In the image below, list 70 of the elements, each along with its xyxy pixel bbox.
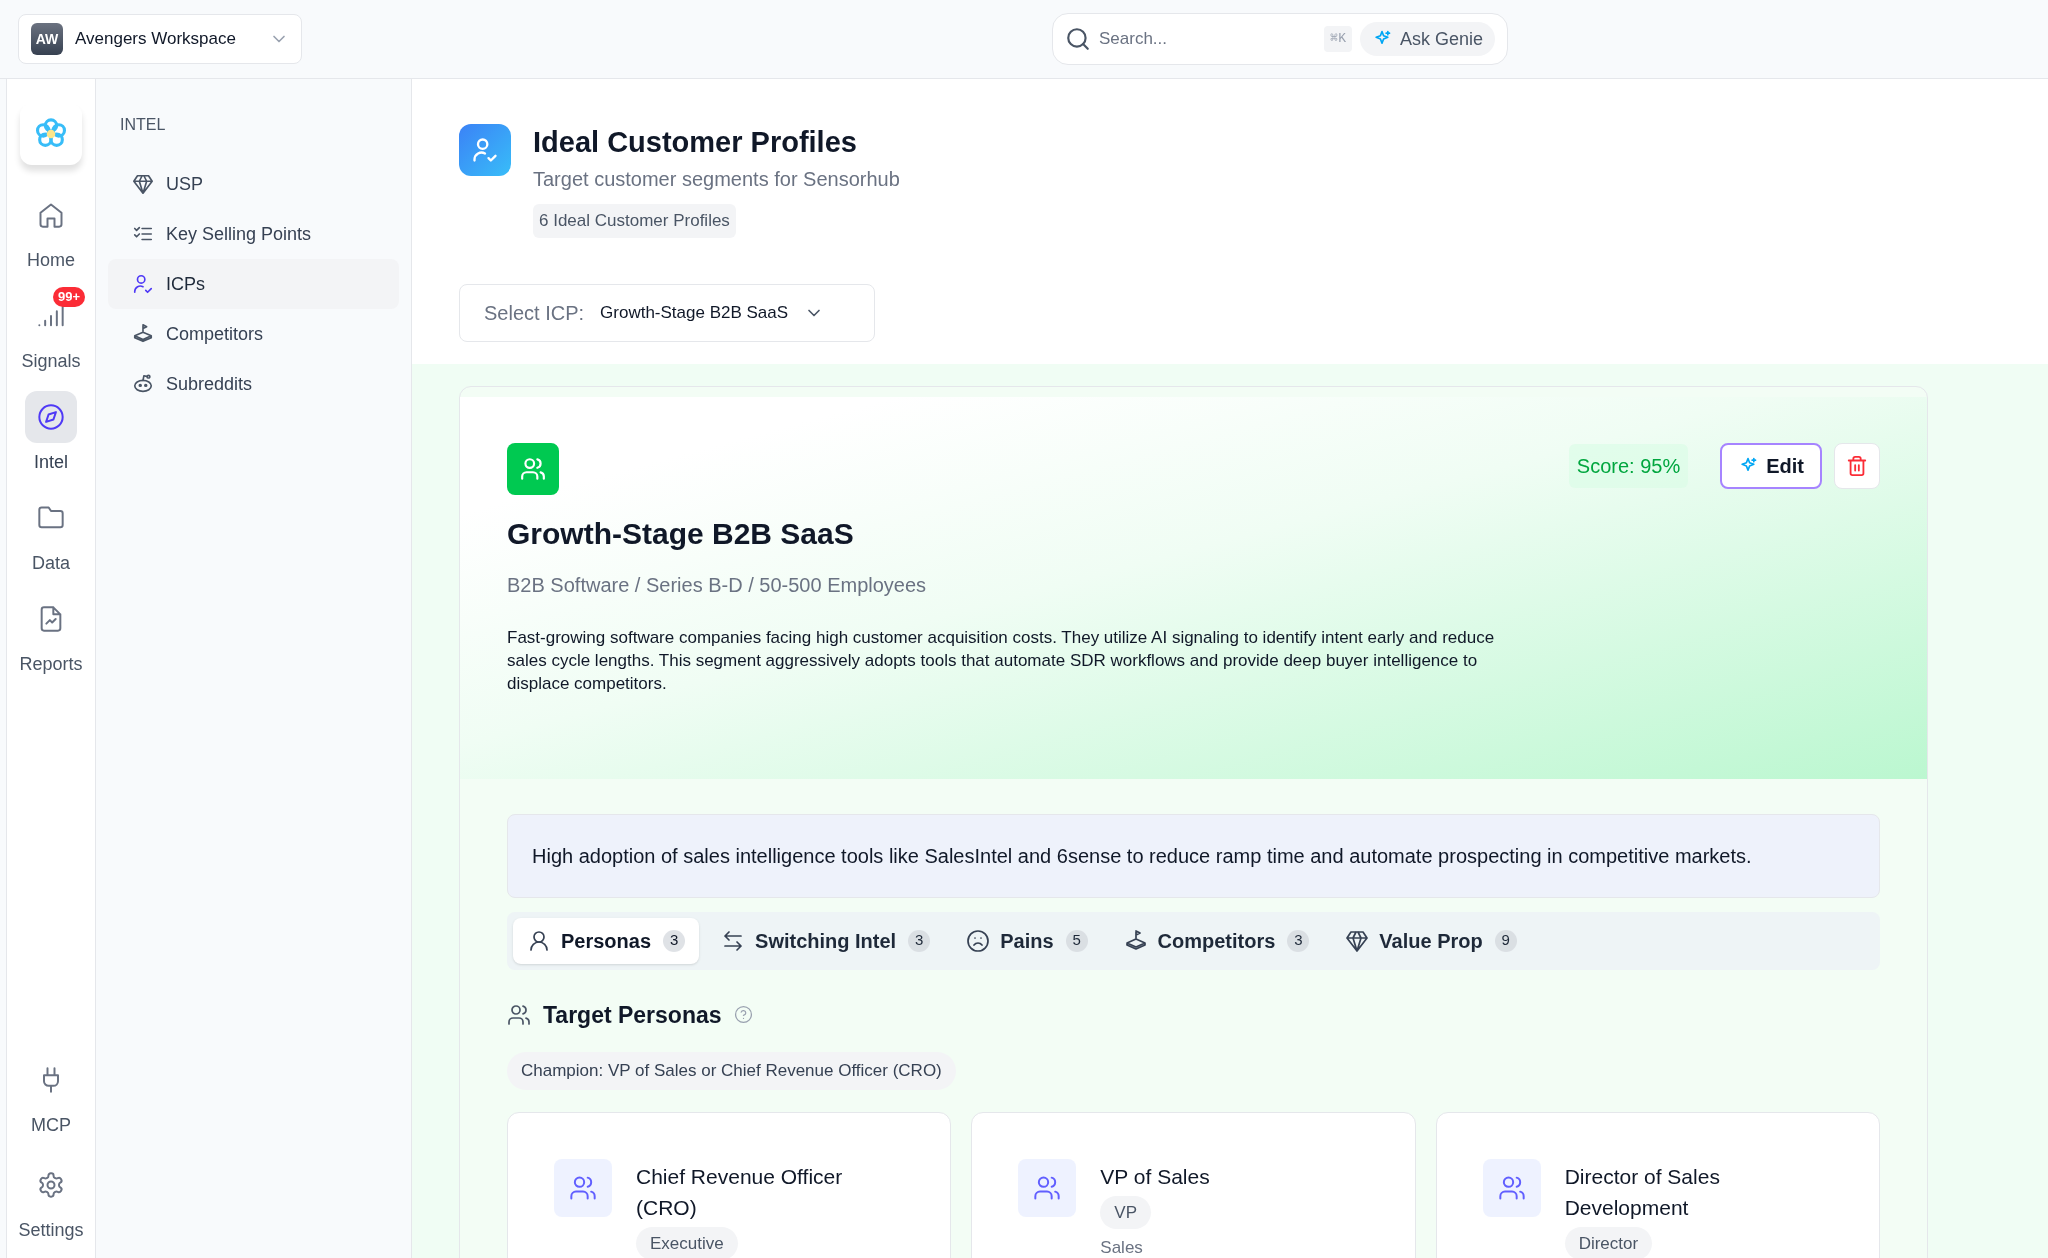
notification-badge: 99+	[52, 287, 85, 307]
persona-level-chip: Executive	[636, 1226, 738, 1258]
help-icon	[733, 1005, 753, 1025]
champion-chip: Champion: VP of Sales or Chief Revenue Officer (CRO)	[507, 1052, 956, 1090]
flag-board-icon	[132, 323, 154, 345]
nav-item[interactable]: Subreddits	[108, 359, 399, 409]
persona-level-chip: Director	[1564, 1226, 1653, 1258]
rail-item[interactable]: MCP	[11, 1048, 91, 1145]
compass-icon	[37, 403, 65, 431]
rail-item[interactable]: Reports	[11, 587, 91, 684]
tab[interactable]: Competitors 3	[1109, 917, 1324, 964]
icp-description: Fast-growing software companies facing high customer acquisition costs. They utilize AI signaling to identify intent early and reduce sales cycle lengths. This segment aggressively adopts tools that automate SDR workflows and provide deep buyer intelligence to displace competitors.	[507, 626, 1496, 695]
app-logo[interactable]	[20, 103, 82, 165]
nav-item[interactable]: Key Selling Points	[108, 209, 399, 259]
rail-item[interactable]: Home	[11, 183, 91, 280]
icp-select[interactable]: Select ICP: Growth-Stage B2B SaaS	[459, 283, 875, 342]
section-heading: Target Personas	[543, 1000, 722, 1030]
ask-genie-button[interactable]: Ask Genie	[1359, 22, 1495, 56]
count-badge: 5	[1065, 929, 1088, 952]
count-badge: 3	[908, 929, 931, 952]
persona-title: Director of Sales Development	[1564, 1163, 1721, 1221]
select-value: Growth-Stage B2B SaaS	[600, 301, 789, 324]
persona-level-chip: VP	[1100, 1195, 1151, 1229]
diamond-icon	[1345, 928, 1370, 953]
tab[interactable]: Pains 5	[952, 917, 1102, 964]
shortcut-hint: ⌘K	[1324, 26, 1352, 52]
diamond-icon	[132, 173, 154, 195]
tab[interactable]: Personas 3	[513, 917, 700, 964]
icp-title: Growth-Stage B2B SaaS	[507, 515, 855, 552]
delete-button[interactable]	[1834, 442, 1880, 489]
trash-icon	[1846, 454, 1868, 477]
select-label: Select ICP:	[484, 300, 585, 326]
rail-item[interactable]: 99+ Signals	[11, 284, 91, 381]
workspace-name: Avengers Workspace	[75, 28, 237, 51]
insight-box: High adoption of sales intelligence tools like SalesIntel and 6sense to reduce ramp time and automate prospecting in competitive markets.	[507, 813, 1880, 898]
user-check-icon	[471, 136, 499, 164]
page-subtitle: Target customer segments for Sensorhub	[533, 167, 900, 192]
rail-item[interactable]: Intel	[11, 385, 91, 482]
tab[interactable]: Switching Intel 3	[707, 917, 945, 964]
users-icon	[520, 455, 546, 482]
tab[interactable]: Value Prop 9	[1331, 917, 1531, 964]
mascot-head-icon	[132, 373, 154, 395]
edit-button[interactable]: Edit	[1720, 442, 1822, 489]
count-badge: 3	[663, 929, 686, 952]
workspace-switcher[interactable]: AW Avengers Workspace	[18, 14, 302, 64]
home-icon	[37, 201, 65, 229]
persona-department: Sales	[1100, 1237, 1143, 1258]
count-badge: 6 Ideal Customer Profiles	[533, 204, 736, 238]
frown-face-icon	[966, 928, 991, 953]
user-icon	[527, 928, 551, 953]
user-check-icon	[132, 273, 154, 295]
search-icon	[1065, 26, 1091, 52]
nav-item[interactable]: Competitors	[108, 309, 399, 359]
rail-item[interactable]: Data	[11, 486, 91, 583]
icp-subtitle: B2B Software / Series B-D / 50-500 Employees	[507, 572, 928, 598]
users-icon	[507, 1002, 531, 1027]
persona-title: Chief Revenue Officer (CRO)	[636, 1163, 844, 1221]
rail-item[interactable]: Settings	[11, 1153, 91, 1250]
score-badge: Score: 95%	[1568, 443, 1689, 488]
workspace-avatar: AW	[31, 23, 63, 55]
nav-item[interactable]: USP	[108, 159, 399, 209]
settings-icon	[37, 1171, 65, 1199]
persona-title: VP of Sales	[1100, 1163, 1210, 1190]
flag-board-icon	[1123, 928, 1148, 953]
count-badge: 3	[1287, 929, 1310, 952]
count-badge: 9	[1494, 929, 1517, 952]
section-label: INTEL	[119, 115, 167, 135]
page-title: Ideal Customer Profiles	[533, 125, 858, 160]
search-field[interactable]: Search...	[1099, 26, 1317, 52]
nav-item[interactable]: ICPs	[108, 259, 399, 309]
